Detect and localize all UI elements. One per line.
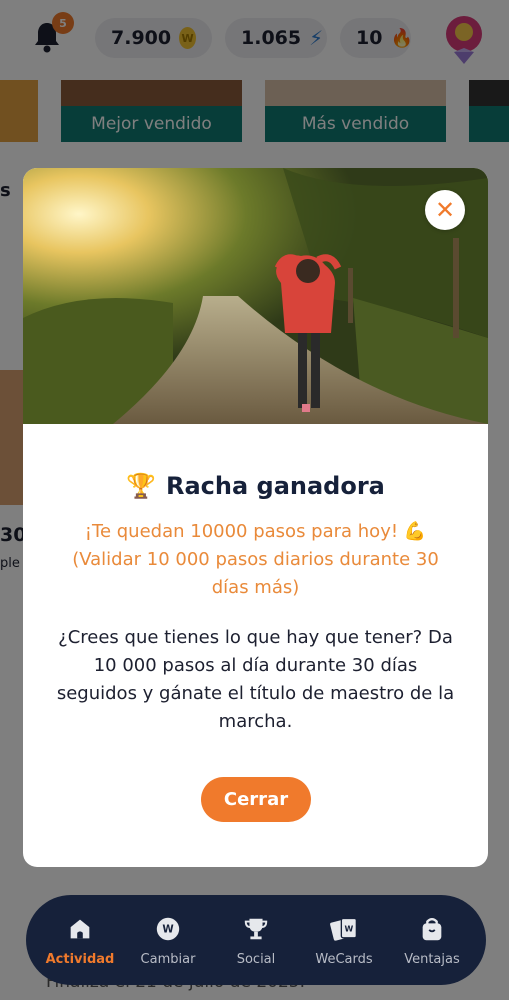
home-icon [65, 914, 95, 944]
nav-item-actividad[interactable]: Actividad [38, 914, 122, 967]
svg-text:W: W [162, 923, 173, 935]
bag-icon [417, 914, 447, 944]
nav-item-ventajas[interactable]: Ventajas [390, 914, 474, 967]
hero-image: ✕ [23, 168, 488, 424]
trophy-icon: 🏆 [126, 472, 156, 500]
modal-title-text: Racha ganadora [165, 472, 385, 500]
steps-remaining-line: ¡Te quedan 10000 pasos para hoy! 💪 [84, 521, 427, 542]
nav-label: WeCards [315, 951, 373, 967]
steps-remaining: ¡Te quedan 10000 pasos para hoy! 💪 (Vali… [53, 518, 458, 602]
svg-text:W: W [344, 924, 353, 933]
close-icon: ✕ [434, 196, 456, 224]
streak-modal: ✕ 🏆 Racha ganadora ¡Te quedan 10000 paso… [23, 168, 488, 867]
close-button[interactable]: ✕ [425, 190, 465, 230]
modal-title: 🏆 Racha ganadora [23, 472, 488, 500]
nav-item-social[interactable]: Social [214, 914, 298, 967]
trophy-icon [241, 914, 271, 944]
nav-label: Social [236, 951, 276, 967]
nav-label: Ventajas [404, 951, 460, 967]
cards-icon: W [329, 914, 359, 944]
nav-label: Actividad [45, 951, 115, 967]
challenge-description: ¿Crees que tienes lo que hay que tener? … [56, 627, 455, 732]
close-modal-button[interactable]: Cerrar [201, 777, 311, 822]
nav-item-wecards[interactable]: W WeCards [302, 914, 386, 967]
coin-icon: W [153, 914, 183, 944]
bottom-navigation: Actividad W Cambiar Social W WeCards Ven… [26, 895, 486, 985]
nav-label: Cambiar [140, 951, 196, 967]
validation-note: (Validar 10 000 pasos diarios durante 30… [72, 549, 439, 598]
nav-item-cambiar[interactable]: W Cambiar [126, 914, 210, 967]
